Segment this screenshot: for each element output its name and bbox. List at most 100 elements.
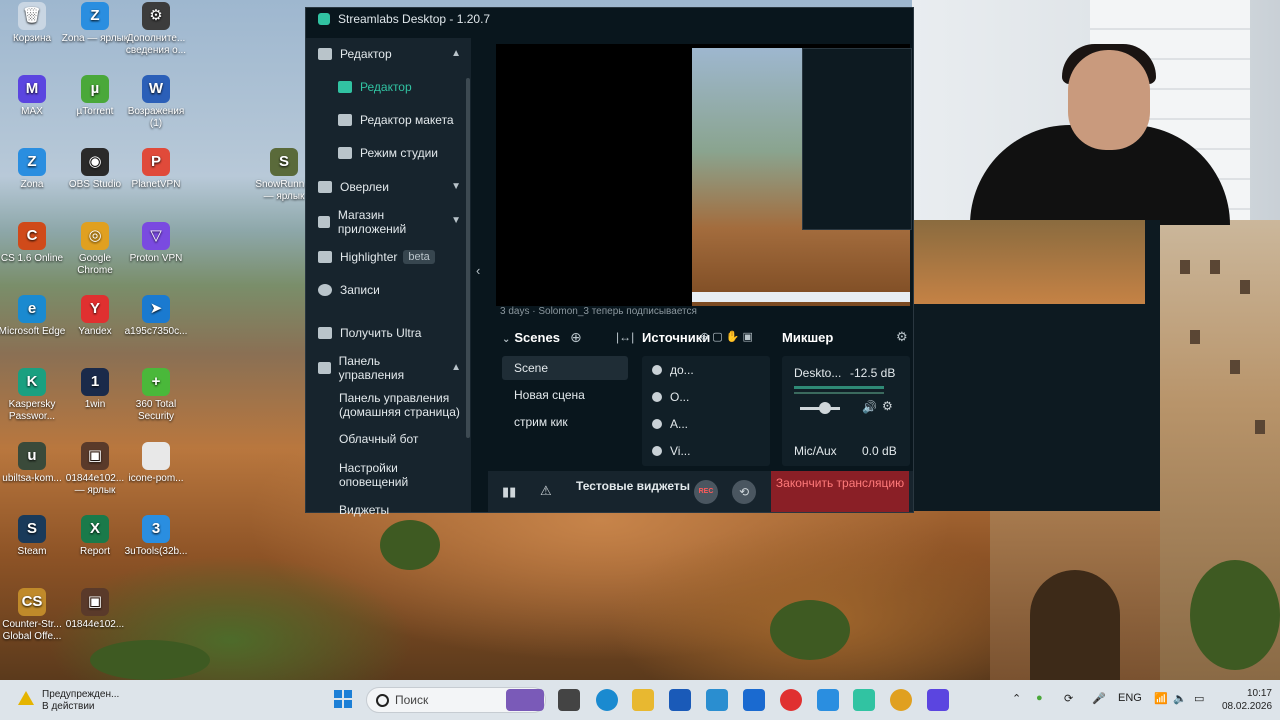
- app-icon: e: [18, 295, 46, 323]
- scene-item[interactable]: стрим кик: [502, 410, 628, 434]
- battery-icon[interactable]: ▭: [1194, 692, 1204, 705]
- chevron-down-icon[interactable]: ▼: [451, 181, 461, 192]
- app-taskbar-icon[interactable]: [743, 689, 765, 711]
- desktop-icon[interactable]: ◉ OBS Studio: [61, 148, 129, 191]
- sidebar-item-layout-editor[interactable]: Редактор макета: [338, 113, 454, 127]
- desktop-icon[interactable]: 1 1win: [61, 368, 129, 411]
- chevron-down-icon[interactable]: ▼: [451, 215, 461, 226]
- desktop-icon-label: ubiltsa-kom...: [2, 473, 62, 484]
- add-scene-icon[interactable]: ⊕: [570, 329, 582, 346]
- desktop-icon-label: Дополните... сведения о...: [125, 33, 187, 56]
- taskbar-warning-widget[interactable]: Предупрежден... В действии: [18, 689, 119, 713]
- desktop-icon[interactable]: W Возражения (1): [122, 75, 190, 130]
- desktop-icon[interactable]: X Report: [61, 515, 129, 558]
- chevron-up-icon[interactable]: ▲: [451, 362, 461, 373]
- desktop-icon[interactable]: CS Counter-Str... Global Offe...: [0, 588, 66, 643]
- sidebar-item-editor[interactable]: Редактор: [338, 80, 412, 94]
- source-item[interactable]: О...: [652, 390, 689, 404]
- desktop-icon[interactable]: ◎ Google Chrome: [61, 222, 129, 277]
- chrome-taskbar-icon[interactable]: [890, 689, 912, 711]
- desktop-icon[interactable]: u ubiltsa-kom...: [0, 442, 66, 485]
- edge-taskbar-icon[interactable]: [596, 689, 618, 711]
- sidebar-item-overlays[interactable]: Оверлеи: [318, 180, 389, 194]
- desktop-icon[interactable]: K Kaspersky Passwor...: [0, 368, 66, 423]
- rec-button[interactable]: REC: [694, 480, 718, 504]
- sidebar-item-cloudbot[interactable]: Облачный бот: [339, 432, 418, 446]
- desktop-icon[interactable]: Y Yandex: [61, 295, 129, 338]
- sidebar-item-alerts[interactable]: Настройки оповещений: [339, 461, 464, 489]
- sidebar-item-app-store[interactable]: Магазин приложений: [318, 208, 438, 236]
- desktop-icon[interactable]: Z Zona: [0, 148, 66, 191]
- search-highlight-icon[interactable]: [506, 689, 544, 711]
- stats-chart-icon[interactable]: ▮▮: [502, 484, 516, 500]
- desktop-icon[interactable]: P PlanetVPN: [122, 148, 190, 191]
- show-hidden-icons-chevron[interactable]: ⌃: [1012, 692, 1021, 705]
- streamlabs-taskbar-icon[interactable]: [853, 689, 875, 711]
- test-widgets-button[interactable]: Тестовые виджеты: [576, 477, 690, 495]
- zona-taskbar-icon[interactable]: [817, 689, 839, 711]
- task-view-icon[interactable]: [558, 689, 580, 711]
- streamlabs-window[interactable]: Streamlabs Desktop - 1.20.7 Редактор ▲ Р…: [305, 7, 914, 517]
- desktop-icon-label: Корзина: [12, 33, 52, 44]
- replay-buffer-icon[interactable]: ⟲: [732, 480, 756, 504]
- scene-item[interactable]: Scene: [502, 356, 628, 380]
- max-taskbar-icon[interactable]: [927, 689, 949, 711]
- file-explorer-icon[interactable]: [632, 689, 654, 711]
- desktop-icon[interactable]: icone-pom...: [122, 442, 190, 485]
- desktop-icon[interactable]: ⚙ Дополните... сведения о...: [122, 2, 190, 57]
- desktop-icon[interactable]: S Steam: [0, 515, 66, 558]
- windows-start-icon[interactable]: [334, 690, 352, 708]
- window-titlebar[interactable]: Streamlabs Desktop - 1.20.7: [306, 8, 913, 30]
- editor-footer: ▮▮ ⚠ Тестовые виджеты REC ⟲ Закончить тр…: [488, 471, 913, 512]
- desktop-icon[interactable]: e Microsoft Edge: [0, 295, 66, 338]
- source-item[interactable]: до...: [652, 363, 694, 377]
- desktop-icon-label: Steam: [17, 546, 47, 557]
- desktop-icon[interactable]: ▣ 01844e102...: [61, 588, 129, 631]
- scene-transition-icon[interactable]: |↔|: [616, 330, 634, 344]
- desktop-icon[interactable]: ▽ Proton VPN: [122, 222, 190, 265]
- desktop-icon[interactable]: 🗑 Корзина: [0, 2, 66, 45]
- sidebar-item-widgets[interactable]: Виджеты: [339, 503, 389, 517]
- chevron-up-icon[interactable]: ▲: [451, 48, 461, 59]
- desktop-icon[interactable]: C CS 1.6 Online: [0, 222, 66, 265]
- collapse-sidebar-icon[interactable]: ‹: [476, 263, 480, 278]
- language-indicator[interactable]: ENG: [1118, 692, 1142, 704]
- taskbar-clock[interactable]: 10:17 08.02.2026: [1222, 687, 1272, 713]
- store-taskbar-icon[interactable]: [669, 689, 691, 711]
- sidebar-item-recordings[interactable]: Записи: [318, 283, 380, 297]
- source-item[interactable]: А...: [652, 417, 688, 431]
- desktop-icon[interactable]: 3 3uTools(32b...: [122, 515, 190, 558]
- desktop-icon[interactable]: Z Zona — ярлык: [61, 2, 129, 45]
- sidebar-item-ultra[interactable]: Получить Ultra: [318, 326, 421, 340]
- sidebar-item-dashboard-home[interactable]: Панель управления (домашняя страница): [339, 391, 464, 419]
- add-source-icon[interactable]: ⊕ ▢ ✋ ▣: [700, 330, 753, 343]
- desktop-icon[interactable]: M MAX: [0, 75, 66, 118]
- sidebar-item-dashboard[interactable]: Панель управления: [318, 354, 438, 382]
- telegram-taskbar-icon[interactable]: [706, 689, 728, 711]
- desktop-icon[interactable]: +360 Total Security: [122, 368, 190, 423]
- sidebar-item-studio-mode[interactable]: Режим студии: [338, 146, 438, 160]
- source-item[interactable]: Vi...: [652, 444, 690, 458]
- volume-slider-knob[interactable]: [819, 402, 831, 414]
- microphone-icon[interactable]: 🎤: [1092, 692, 1106, 705]
- wifi-icon[interactable]: 📶: [1154, 692, 1168, 705]
- end-stream-button[interactable]: Закончить трансляцию: [771, 471, 909, 512]
- audio-settings-gear-icon[interactable]: ⚙: [882, 399, 893, 413]
- stream-preview[interactable]: [496, 44, 912, 306]
- desktop-icon[interactable]: ▣ 01844e102... — ярлык: [61, 442, 129, 497]
- sidebar-scrollbar[interactable]: [466, 78, 470, 438]
- yandex-taskbar-icon[interactable]: [780, 689, 802, 711]
- tray-sync-icon[interactable]: ⟳: [1064, 692, 1073, 705]
- alert-warning-icon[interactable]: ⚠: [540, 483, 552, 499]
- scene-item[interactable]: Новая сцена: [502, 383, 628, 407]
- editor-icon: [318, 48, 332, 60]
- sidebar-group-editor[interactable]: Редактор: [318, 47, 392, 61]
- speaker-icon[interactable]: 🔊: [862, 400, 877, 414]
- volume-icon[interactable]: 🔈: [1173, 692, 1187, 705]
- sidebar-item-highlighter[interactable]: Highlighter beta: [318, 250, 435, 264]
- mixer-settings-gear-icon[interactable]: ⚙: [896, 329, 908, 345]
- desktop-icon[interactable]: µ µTorrent: [61, 75, 129, 118]
- desktop-icon-label: Google Chrome: [77, 253, 113, 276]
- desktop-icon[interactable]: ➤ a195c7350c...: [122, 295, 190, 338]
- tray-app-icon[interactable]: ●: [1036, 692, 1043, 704]
